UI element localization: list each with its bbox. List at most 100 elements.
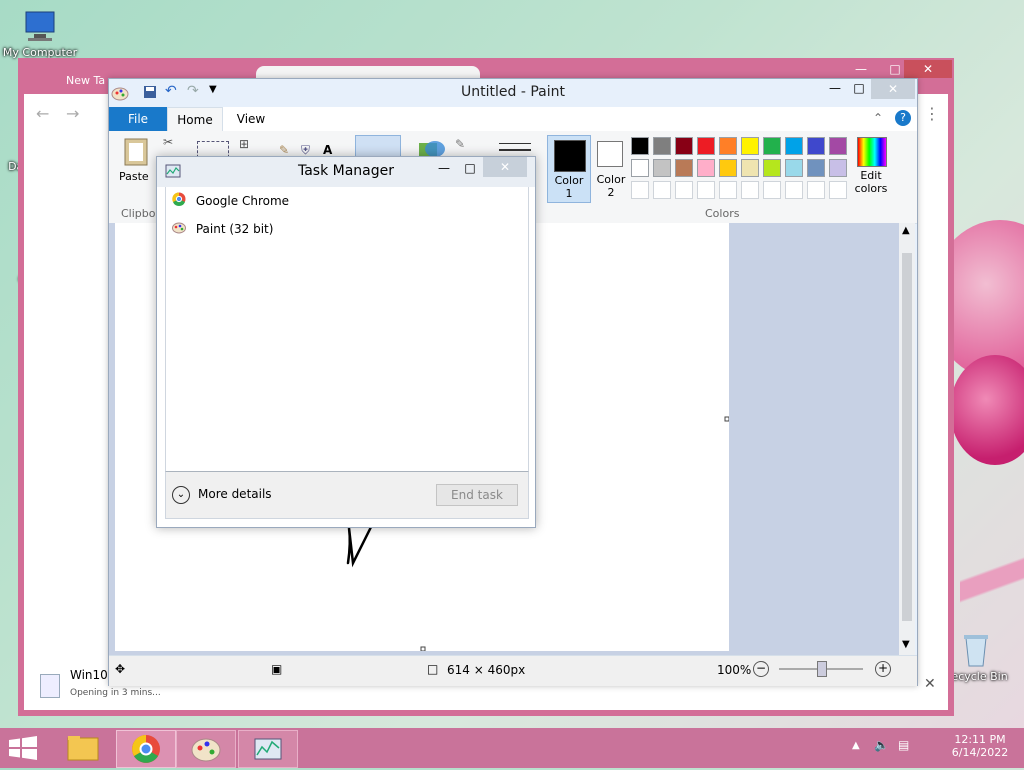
custom-palette-swatch[interactable]	[653, 181, 671, 199]
color2-button[interactable]: Color 2	[591, 135, 631, 201]
chrome-icon	[132, 735, 160, 763]
taskbar-chrome[interactable]	[116, 730, 176, 768]
folder-icon	[67, 736, 99, 761]
palette-swatch[interactable]	[675, 137, 693, 155]
palette-swatch[interactable]	[675, 159, 693, 177]
taskbar-task-manager[interactable]	[238, 730, 298, 768]
text-tool-icon[interactable]: A	[323, 143, 332, 157]
tm-close-button[interactable]: ✕	[483, 157, 527, 177]
chrome-close-button[interactable]: ✕	[904, 60, 952, 78]
custom-palette-swatch[interactable]	[785, 181, 803, 199]
clock-time: 12:11 PM	[954, 733, 1006, 746]
zoom-out-button[interactable]: −	[753, 661, 769, 677]
cut-icon[interactable]: ✂	[163, 135, 173, 149]
tab-view[interactable]: View	[229, 107, 273, 131]
taskbar-paint[interactable]	[176, 730, 236, 768]
zoom-in-button[interactable]: +	[875, 661, 891, 677]
custom-palette-swatch[interactable]	[675, 181, 693, 199]
start-button[interactable]	[8, 736, 38, 763]
paint-minimize-button[interactable]: —	[823, 81, 847, 99]
pencil-icon[interactable]: ✎	[279, 143, 289, 157]
task-manager-window[interactable]: Task Manager — □ ✕ Google Chrome Paint (…	[156, 156, 536, 528]
colors-group-label: Colors	[705, 207, 740, 220]
paint-title-bar: ↶ ↷ ▼ Untitled - Paint — □ ✕	[109, 79, 917, 107]
tm-minimize-button[interactable]: —	[433, 161, 455, 175]
wallpaper-flower	[950, 355, 1024, 465]
custom-palette-swatch[interactable]	[829, 181, 847, 199]
clock[interactable]: 12:11 PM 6/14/2022	[944, 733, 1016, 759]
palette-swatch[interactable]	[763, 159, 781, 177]
palette-swatch[interactable]	[807, 159, 825, 177]
tab-home[interactable]: Home	[167, 107, 223, 132]
palette-swatch[interactable]	[741, 137, 759, 155]
edit-colors-button[interactable]: Edit colors	[849, 133, 893, 199]
palette-swatch[interactable]	[785, 159, 803, 177]
task-item-label: Google Chrome	[195, 194, 290, 208]
palette-swatch[interactable]	[829, 137, 847, 155]
end-task-button[interactable]: End task	[436, 484, 518, 506]
palette-swatch[interactable]	[697, 137, 715, 155]
zoom-slider-thumb[interactable]	[817, 661, 827, 677]
palette-swatch[interactable]	[631, 137, 649, 155]
paste-button[interactable]: Paste	[119, 135, 155, 195]
custom-palette-swatch[interactable]	[763, 181, 781, 199]
help-icon[interactable]: ?	[895, 110, 911, 126]
show-hidden-icons[interactable]: ▲	[852, 740, 860, 751]
desktop-icon-my-computer[interactable]: My Computer	[0, 8, 80, 59]
scroll-up-icon[interactable]: ▲	[902, 225, 910, 236]
palette-swatch[interactable]	[697, 159, 715, 177]
computer-icon	[20, 8, 60, 44]
palette-swatch[interactable]	[785, 137, 803, 155]
paste-label: Paste	[119, 170, 149, 183]
color1-label: Color 1	[554, 174, 584, 200]
custom-palette-swatch[interactable]	[697, 181, 715, 199]
clipboard-group-label: Clipbo	[121, 207, 156, 220]
collapse-ribbon-icon[interactable]: ⌃	[873, 111, 883, 125]
minimize-icon[interactable]: —	[846, 60, 876, 78]
palette-swatch[interactable]	[719, 159, 737, 177]
custom-palette-swatch[interactable]	[631, 181, 649, 199]
custom-palette-swatch[interactable]	[807, 181, 825, 199]
outline-icon[interactable]: ✎	[455, 137, 465, 151]
palette-swatch[interactable]	[653, 159, 671, 177]
chrome-tab-title[interactable]: New Ta	[66, 74, 105, 87]
rainbow-icon	[857, 137, 887, 167]
palette-swatch[interactable]	[719, 137, 737, 155]
crop-icon[interactable]: ⊞	[239, 137, 249, 151]
tab-file[interactable]: File	[109, 107, 167, 131]
task-manager-icon	[254, 738, 282, 760]
color2-swatch	[597, 141, 623, 167]
custom-palette-swatch[interactable]	[741, 181, 759, 199]
chevron-down-icon[interactable]: ⌄	[172, 486, 190, 504]
download-item[interactable]: Win10 Opening in 3 mins...	[36, 664, 161, 704]
more-details-link[interactable]: More details	[198, 487, 272, 501]
paint-maximize-button[interactable]: □	[847, 81, 871, 99]
scrollbar-thumb[interactable]	[902, 253, 912, 621]
volume-muted-icon[interactable]: 🔈	[874, 738, 889, 752]
close-download-bar-icon[interactable]: ✕	[924, 676, 936, 692]
palette-swatch[interactable]	[829, 159, 847, 177]
task-list: Google Chrome Paint (32 bit)	[165, 187, 529, 472]
palette-swatch[interactable]	[653, 137, 671, 155]
tm-maximize-button[interactable]: □	[459, 161, 481, 175]
task-item-paint[interactable]: Paint (32 bit)	[172, 217, 273, 241]
color-palette	[631, 137, 855, 203]
chrome-menu-icon[interactable]: ⋮	[924, 104, 940, 123]
palette-swatch[interactable]	[807, 137, 825, 155]
taskbar-file-explorer[interactable]	[54, 730, 112, 766]
palette-swatch[interactable]	[741, 159, 759, 177]
task-item-google-chrome[interactable]: Google Chrome	[172, 189, 289, 213]
custom-palette-swatch[interactable]	[719, 181, 737, 199]
paint-close-button[interactable]: ✕	[871, 79, 915, 99]
back-icon[interactable]: ←	[36, 104, 49, 123]
task-manager-footer: ⌄ More details End task	[165, 471, 529, 519]
vertical-scrollbar[interactable]: ▲ ▼	[899, 223, 915, 655]
windows-logo-icon	[9, 736, 37, 760]
scroll-down-icon[interactable]: ▼	[902, 639, 910, 650]
zoom-level: 100%	[717, 663, 752, 677]
color1-button[interactable]: Color 1	[547, 135, 591, 203]
forward-icon[interactable]: →	[66, 104, 79, 123]
palette-swatch[interactable]	[631, 159, 649, 177]
network-icon[interactable]: ▤	[898, 738, 909, 752]
palette-swatch[interactable]	[763, 137, 781, 155]
